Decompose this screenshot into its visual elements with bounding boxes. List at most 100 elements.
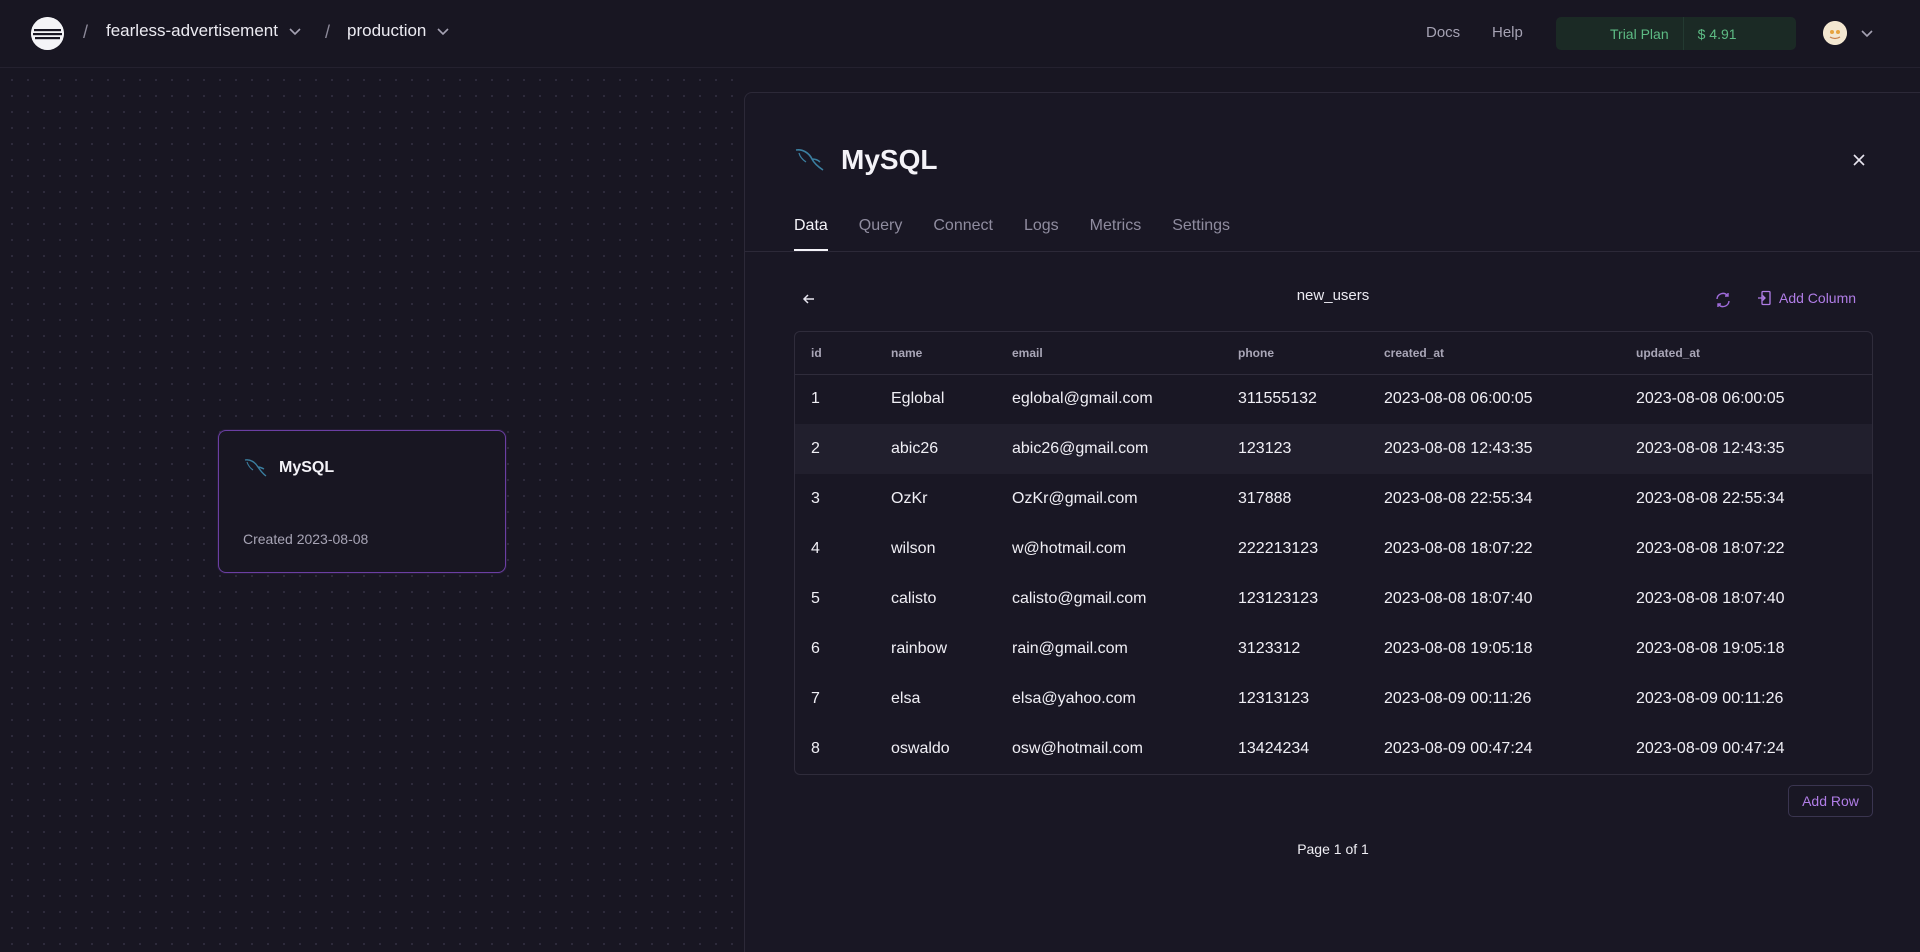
service-title: MySQL (279, 459, 335, 476)
column-header-email[interactable]: email (996, 332, 1222, 375)
table-cell: 222213123 (1238, 540, 1319, 557)
column-header-phone[interactable]: phone (1222, 332, 1368, 375)
table-cell: 3123312 (1238, 640, 1301, 657)
table-cell: 3 (811, 490, 820, 507)
close-icon[interactable] (1851, 152, 1867, 168)
table-cell: 12313123 (1238, 690, 1310, 707)
docs-link[interactable]: Docs (1426, 24, 1460, 41)
table-cell: 4 (811, 540, 820, 557)
chevron-down-icon[interactable] (1858, 24, 1876, 42)
table-cell: OzKr (891, 490, 928, 507)
column-header-updated-at[interactable]: updated_at (1620, 332, 1872, 375)
column-header-name[interactable]: name (875, 332, 996, 375)
table-cell: 2023-08-08 18:07:40 (1384, 590, 1533, 607)
table-cell: wilson (891, 540, 936, 557)
table-cell: 7 (811, 690, 820, 707)
table-cell: rainbow (891, 640, 948, 657)
column-header-id[interactable]: id (795, 332, 875, 375)
add-column-button[interactable]: Add Column (1757, 290, 1856, 306)
table-cell: 13424234 (1238, 740, 1310, 757)
plan-amount: $ 4.91 (1697, 25, 1737, 42)
table-cell: 2023-08-08 19:05:18 (1384, 640, 1533, 657)
table-row[interactable]: 6 rainbow rain@gmail.com 3123312 2023-08… (795, 624, 1872, 674)
table-cell: 8 (811, 740, 820, 757)
tab-logs[interactable]: Logs (1024, 217, 1059, 251)
panel-tabs: Data Query Connect Logs Metrics Settings (794, 217, 1261, 251)
table-row[interactable]: 8 oswaldo osw@hotmail.com 13424234 2023-… (795, 724, 1872, 774)
table-cell: 2023-08-08 19:05:18 (1636, 640, 1785, 657)
table-cell: eglobal@gmail.com (1012, 390, 1153, 408)
table-cell: calisto (891, 590, 937, 607)
table-cell: 2023-08-08 12:43:35 (1384, 440, 1533, 457)
table-cell: elsa@yahoo.com (1012, 690, 1136, 707)
table-cell: abic26@gmail.com (1012, 440, 1149, 457)
table-cell: 1 (811, 390, 820, 408)
table-cell: 2023-08-08 18:07:22 (1636, 540, 1785, 557)
table-cell: 2023-08-08 06:00:05 (1384, 390, 1533, 408)
service-created-date: Created 2023-08-08 (243, 531, 369, 547)
table-cell: Eglobal (891, 390, 945, 408)
plan-badge[interactable]: Trial Plan $ 4.91 (1556, 17, 1796, 50)
mysql-service-card[interactable]: MySQL Created 2023-08-08 (218, 430, 506, 573)
railway-logo-icon[interactable] (31, 17, 64, 50)
tabs-divider (745, 251, 1920, 252)
table-cell: 2023-08-08 18:07:22 (1384, 540, 1533, 557)
table-row[interactable]: 3 OzKr OzKr@gmail.com 317888 2023-08-08 … (795, 474, 1872, 524)
table-cell: 2023-08-09 00:11:26 (1384, 690, 1532, 707)
tab-metrics[interactable]: Metrics (1090, 217, 1142, 251)
table-row[interactable]: 4 wilson w@hotmail.com 222213123 2023-08… (795, 524, 1872, 574)
table-cell: 2023-08-09 00:47:24 (1636, 740, 1785, 757)
help-link[interactable]: Help (1492, 24, 1523, 41)
table-cell: 2023-08-08 06:00:05 (1636, 390, 1785, 408)
panel-title: MySQL (841, 144, 938, 175)
project-switcher[interactable]: fearless-advertisement (106, 21, 304, 41)
refresh-icon[interactable] (1714, 291, 1732, 309)
table-cell: 2023-08-08 18:07:40 (1636, 590, 1785, 607)
table-row[interactable]: 2 abic26 abic26@gmail.com 123123 2023-08… (795, 424, 1872, 474)
arrow-left-icon[interactable] (801, 291, 817, 307)
table-cell: 2023-08-08 22:55:34 (1384, 490, 1533, 507)
table-cell: 6 (811, 640, 820, 657)
column-header-created-at[interactable]: created_at (1368, 332, 1620, 375)
table-cell: calisto@gmail.com (1012, 590, 1147, 607)
tab-data[interactable]: Data (794, 217, 828, 251)
table-cell: osw@hotmail.com (1012, 740, 1143, 757)
table-cell: 123123123 (1238, 590, 1319, 607)
table-cell: OzKr@gmail.com (1012, 490, 1138, 507)
table-cell: 2023-08-09 00:47:24 (1384, 740, 1533, 757)
add-row-button[interactable]: Add Row (1788, 785, 1873, 817)
environment-switcher[interactable]: production (347, 21, 452, 41)
service-detail-panel: MySQL Data Query Connect Logs Metrics Se… (744, 92, 1920, 952)
chevron-down-icon (289, 28, 301, 36)
add-column-label: Add Column (1779, 290, 1857, 306)
chevron-down-icon (437, 28, 449, 36)
user-avatar[interactable] (1823, 21, 1847, 45)
mysql-dolphin-icon (244, 459, 267, 477)
table-cell: 317888 (1238, 490, 1292, 507)
breadcrumb-separator: / (325, 22, 331, 42)
table-cell: w@hotmail.com (1012, 540, 1127, 557)
tab-settings[interactable]: Settings (1172, 217, 1230, 251)
table-cell: 5 (811, 590, 820, 607)
table-cell: oswaldo (891, 740, 950, 757)
project-name: fearless-advertisement (106, 21, 278, 40)
table-cell: 2 (811, 440, 820, 457)
table-cell: rain@gmail.com (1012, 640, 1128, 657)
tab-connect[interactable]: Connect (933, 217, 993, 251)
table-row[interactable]: 1 Eglobal eglobal@gmail.com 311555132 20… (795, 374, 1872, 424)
table-cell: 311555132 (1238, 390, 1317, 408)
plan-name: Trial Plan (1610, 25, 1669, 42)
table-name: new_users (1296, 287, 1370, 304)
table-header-row: id name email phone created_at updated_a… (795, 332, 1872, 375)
table-cell: abic26 (891, 440, 939, 457)
table-row[interactable]: 5 calisto calisto@gmail.com 123123123 20… (795, 574, 1872, 624)
table-cell: 123123 (1238, 440, 1292, 457)
pagination-label: Page 1 of 1 (1297, 841, 1369, 857)
tab-query[interactable]: Query (859, 217, 903, 251)
breadcrumb-separator: / (83, 22, 89, 42)
mysql-dolphin-icon (795, 149, 824, 171)
table-row[interactable]: 7 elsa elsa@yahoo.com 12313123 2023-08-0… (795, 674, 1872, 724)
table-cell: 2023-08-09 00:11:26 (1636, 690, 1784, 707)
add-column-icon (1758, 290, 1771, 306)
plan-divider (1682, 17, 1684, 50)
